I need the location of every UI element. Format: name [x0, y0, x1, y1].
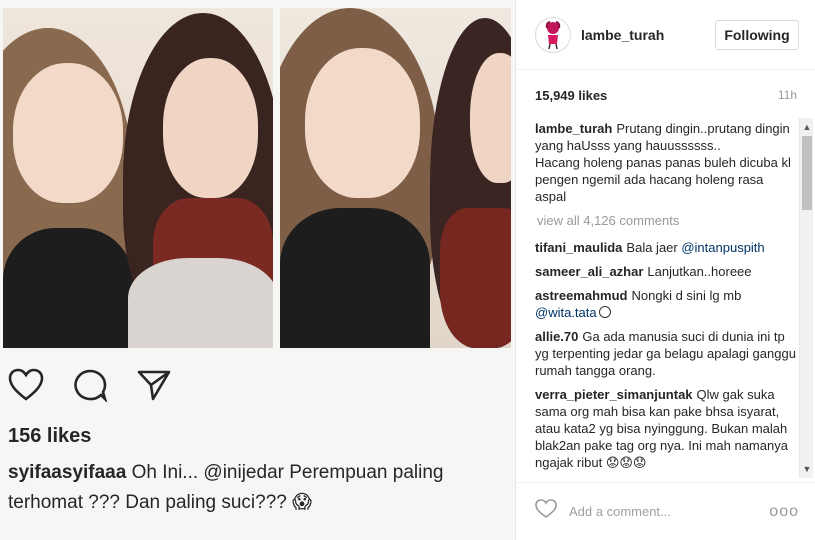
- more-options-button[interactable]: ooo: [769, 503, 799, 521]
- comment-text: Lanjutkan..horeee: [647, 264, 752, 279]
- comment-mention[interactable]: @wita.tata: [535, 305, 597, 320]
- comment-item: astreemahmud Nongki d sini lg mb @wita.ta…: [535, 287, 797, 321]
- scrollbar-thumb[interactable]: [802, 136, 812, 210]
- comment-text: Nongki d sini lg mb: [631, 288, 742, 303]
- comment-item: allie.70 Ga ada manusia suci di dunia ini…: [535, 328, 797, 379]
- comment-text: Bala jaer: [626, 240, 682, 255]
- comment-username[interactable]: astreemahmud: [535, 288, 627, 303]
- comment-username[interactable]: allie.70: [535, 329, 578, 344]
- comment-item: sameer_ali_azhar Lanjutkan..horeee: [535, 263, 797, 280]
- post-stats: 15,949 likes 11h: [535, 88, 797, 103]
- post-header: lambe_turah Following: [517, 0, 815, 70]
- post-detail-panel: lambe_turah Following 15,949 likes 11h l…: [517, 0, 815, 540]
- smile-emoji-icon: [598, 306, 611, 318]
- image-caption: syifaasyifaaa Oh Ini... @inijedar Peremp…: [8, 458, 508, 518]
- add-comment-bar: ooo: [517, 482, 815, 540]
- post-caption: lambe_turah Prutang dingin..prutang dingi…: [535, 120, 797, 205]
- comment-username[interactable]: verra_pieter_simanjuntak: [535, 387, 693, 402]
- caption-username[interactable]: lambe_turah: [535, 121, 612, 136]
- profile-figure-icon: [545, 20, 561, 49]
- comment-username[interactable]: tifani_maulida: [535, 240, 622, 255]
- image-caption-user: syifaasyifaaa: [8, 462, 127, 483]
- photo-right: [280, 8, 511, 348]
- add-comment-input[interactable]: [569, 504, 770, 519]
- image-likes-count: 156 likes: [8, 425, 92, 447]
- comment-bubble-icon: [72, 368, 108, 407]
- comments-list: lambe_turah Prutang dingin..prutang dingi…: [535, 120, 797, 480]
- post-image: 156 likes syifaasyifaaa Oh Ini... @inije…: [0, 0, 516, 540]
- chevron-up-icon[interactable]: ▲: [800, 120, 814, 134]
- heart-icon[interactable]: [535, 499, 557, 524]
- following-button[interactable]: Following: [715, 19, 799, 50]
- view-all-comments-link[interactable]: view all 4,126 comments: [537, 212, 797, 229]
- comment-username[interactable]: sameer_ali_azhar: [535, 264, 643, 279]
- chevron-down-icon[interactable]: ▼: [800, 462, 814, 476]
- send-icon: [136, 368, 172, 407]
- photo-collage: [3, 8, 511, 348]
- comment-item: tifani_maulida Bala jaer @intanpuspith: [535, 239, 797, 256]
- comment-mention[interactable]: @intanpuspith: [681, 240, 764, 255]
- likes-count[interactable]: 15,949 likes: [535, 88, 607, 103]
- comment-item: verra_pieter_simanjuntak Qlw gak suka sam…: [535, 386, 797, 471]
- image-action-bar: [8, 368, 172, 407]
- header-username[interactable]: lambe_turah: [581, 27, 715, 43]
- post-time[interactable]: 11h: [778, 88, 797, 103]
- avatar[interactable]: [535, 16, 571, 53]
- photo-left: [3, 8, 273, 348]
- heart-icon: [8, 368, 44, 407]
- comments-scrollbar[interactable]: ▲ ▼: [799, 118, 813, 478]
